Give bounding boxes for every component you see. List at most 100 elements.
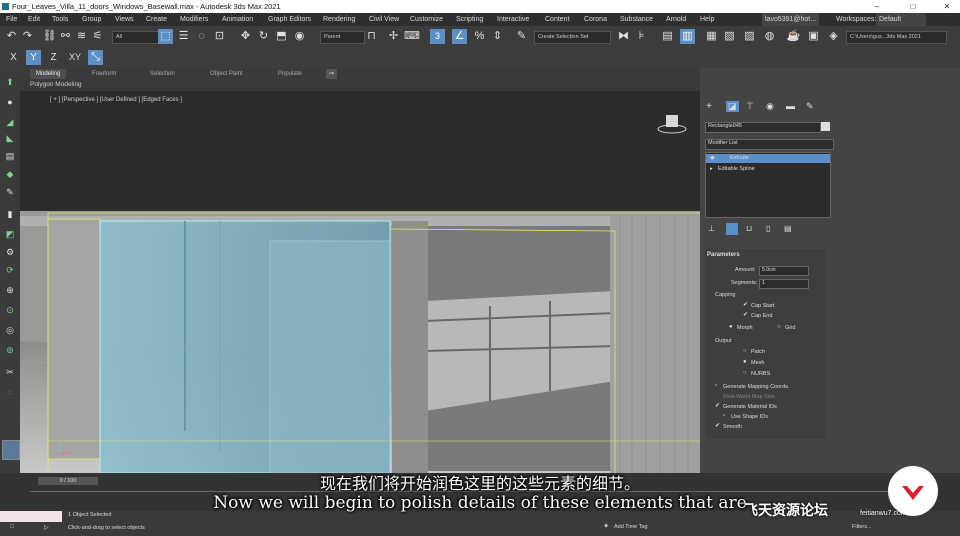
material-editor-icon[interactable]: ◍	[762, 29, 777, 44]
axis-x-button[interactable]: X	[6, 50, 21, 65]
select-object-icon[interactable]: ⬚	[158, 29, 173, 44]
bind-icon[interactable]: ⚟	[90, 29, 105, 44]
select-manipulate-icon[interactable]: ✢	[386, 29, 401, 44]
gen-material-checkbox[interactable]: ✔	[715, 403, 720, 409]
patch-radio[interactable]: ○	[743, 348, 748, 354]
menu-create[interactable]: Create	[146, 13, 167, 26]
pin-stack-icon[interactable]: ⊥	[708, 224, 715, 233]
pivot-icon[interactable]: ⊓	[364, 29, 379, 44]
close-button[interactable]: ✕	[936, 0, 958, 13]
edit-named-selection-icon[interactable]: ✎	[514, 29, 529, 44]
percent-snap-icon[interactable]: %	[472, 29, 487, 44]
user-account-dropdown[interactable]: lavo5391@hot...	[762, 13, 820, 26]
menu-interactive[interactable]: Interactive	[497, 13, 529, 26]
menu-animation[interactable]: Animation	[222, 13, 253, 26]
maximize-button[interactable]: □	[902, 0, 924, 13]
unlink-icon[interactable]: ⚯	[58, 29, 73, 44]
keyboard-shortcut-icon[interactable]: ⌨	[404, 29, 420, 44]
menu-tools[interactable]: Tools	[52, 13, 68, 26]
polygon-tool-icon[interactable]: ◆	[3, 168, 17, 180]
create-tool-icon[interactable]: ⬆	[3, 76, 17, 88]
weld-tool-icon[interactable]: ⊕	[3, 284, 17, 296]
mirror-icon[interactable]: ⧓	[616, 29, 631, 44]
menu-arnold[interactable]: Arnold	[666, 13, 686, 26]
time-tag-icon[interactable]: ◈	[604, 523, 608, 529]
minimize-button[interactable]: –	[866, 0, 888, 13]
cut-tool-icon[interactable]: ✂	[3, 366, 17, 378]
motion-tab-icon[interactable]: ◉	[766, 101, 774, 112]
layer-explorer-icon[interactable]: ▥	[680, 29, 695, 44]
object-color-swatch[interactable]	[821, 122, 830, 131]
axis-constraint-icon[interactable]: ⤡	[88, 50, 103, 65]
nurbs-radio[interactable]: ○	[743, 370, 748, 376]
make-unique-icon[interactable]: ⊔	[746, 224, 752, 233]
menu-corona[interactable]: Corona	[584, 13, 607, 26]
spinner-snap-icon[interactable]: ⇕	[490, 29, 505, 44]
polygon-modeling-bar[interactable]: Polygon Modeling	[20, 79, 700, 91]
vertex-icon[interactable]: ●	[3, 96, 17, 108]
show-end-result-icon[interactable]	[726, 223, 738, 235]
menu-rendering[interactable]: Rendering	[323, 13, 355, 26]
menu-customize[interactable]: Customize	[410, 13, 443, 26]
stack-item-editable-spline[interactable]: Editable Spline	[718, 166, 755, 172]
create-tab-icon[interactable]: +	[706, 101, 712, 112]
menu-modifiers[interactable]: Modifiers	[180, 13, 208, 26]
pen-tool-icon[interactable]: ✎	[3, 186, 17, 198]
menu-file[interactable]: File	[6, 13, 17, 26]
smooth-checkbox[interactable]: ✔	[715, 423, 720, 429]
morph-radio[interactable]: ●	[729, 324, 734, 330]
axis-y-button[interactable]: Y	[26, 50, 41, 65]
perspective-viewport[interactable]: [ + ] [Perspective ] [User Defined ] [Ed…	[20, 91, 700, 473]
gen-mapping-checkbox[interactable]: ▫	[715, 383, 720, 389]
menu-scripting[interactable]: Scripting	[456, 13, 483, 26]
tab-freeform[interactable]: Freeform	[92, 69, 116, 79]
ribbon-options-icon[interactable]: ▪▾	[326, 69, 338, 79]
select-by-name-icon[interactable]: ☰	[176, 29, 191, 44]
object-name-input[interactable]: Rectangle045	[705, 122, 821, 133]
modifier-list-dropdown[interactable]: Modifier List	[705, 139, 834, 150]
ribbon-toggle-icon[interactable]: ▦	[704, 29, 719, 44]
segments-spinner[interactable]: 1	[759, 279, 809, 289]
window-icon[interactable]: □	[10, 524, 14, 530]
tab-selection[interactable]: Selection	[150, 69, 175, 79]
viewport-label[interactable]: [ + ] [Perspective ] [User Defined ] [Ed…	[50, 97, 182, 103]
link-icon[interactable]: ⛓	[42, 29, 57, 44]
tab-populate[interactable]: Populate	[278, 69, 302, 79]
menu-content[interactable]: Content	[545, 13, 570, 26]
named-selection-dropdown[interactable]: Create Selection Set	[534, 31, 611, 44]
amount-spinner[interactable]: 5.0cm	[759, 266, 809, 276]
menu-help[interactable]: Help	[700, 13, 714, 26]
rendered-frame-icon[interactable]: ▣	[806, 29, 821, 44]
cap-end-checkbox[interactable]: ✔	[743, 312, 748, 318]
gear-icon[interactable]: ⚙	[3, 246, 17, 258]
axis-xy-button[interactable]: XY	[66, 50, 84, 65]
bind-space-warp-icon[interactable]: ≋	[74, 29, 89, 44]
menu-views[interactable]: Views	[115, 13, 134, 26]
display-tab-icon[interactable]: ▬	[786, 101, 795, 111]
rotate-icon[interactable]: ↻	[256, 29, 271, 44]
align-icon[interactable]: ⊧	[634, 29, 649, 44]
border-tool-icon[interactable]: ◣	[3, 132, 17, 144]
curve-editor-icon[interactable]: ▧	[722, 29, 737, 44]
menu-graph-editors[interactable]: Graph Editors	[268, 13, 311, 26]
use-shape-checkbox[interactable]: ▫	[723, 413, 728, 419]
configure-modifier-sets-icon[interactable]: ▤	[784, 224, 792, 233]
parameters-title[interactable]: Parameters	[707, 252, 740, 258]
selection-region-icon[interactable]: ◌	[194, 29, 209, 44]
ring-tool-icon[interactable]: ⊙	[3, 304, 17, 316]
menu-group[interactable]: Group	[82, 13, 101, 26]
relax-tool-icon[interactable]: ◌	[3, 386, 17, 398]
place-icon[interactable]: ◉	[292, 29, 307, 44]
redo-icon[interactable]: ↷	[20, 29, 35, 44]
render-icon[interactable]: ◈	[826, 29, 841, 44]
mesh-radio[interactable]: ●	[743, 359, 748, 365]
stack-item-extrude[interactable]: ◉ Extrude	[706, 154, 830, 163]
menu-edit[interactable]: Edit	[28, 13, 40, 26]
axis-z-button[interactable]: Z	[46, 50, 61, 65]
tab-object-paint[interactable]: Object Paint	[210, 69, 243, 79]
cap-start-checkbox[interactable]: ✔	[743, 302, 748, 308]
grid-radio[interactable]: ○	[777, 324, 782, 330]
schematic-view-icon[interactable]: ▨	[742, 29, 757, 44]
undo-icon[interactable]: ↶	[4, 29, 19, 44]
target-tool-icon[interactable]: ◎	[3, 324, 17, 336]
